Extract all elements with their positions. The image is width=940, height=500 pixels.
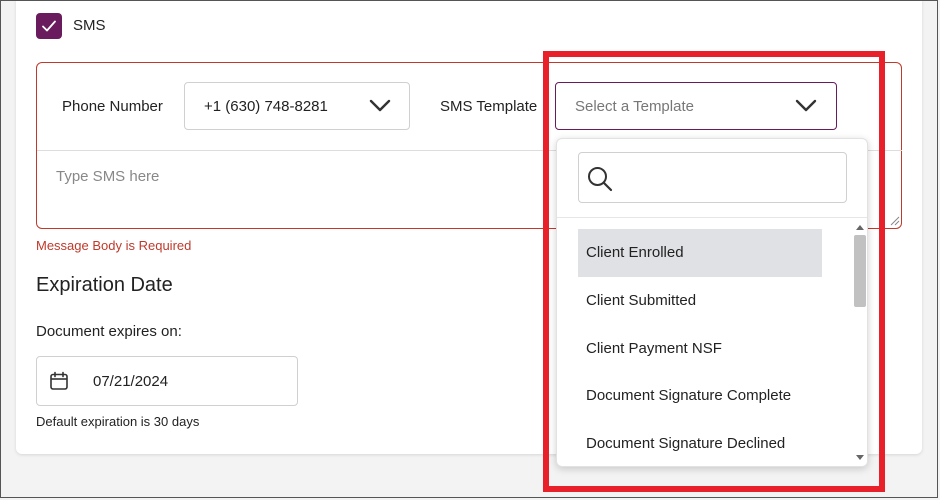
message-body-error: Message Body is Required bbox=[36, 238, 192, 253]
scroll-up-arrow-icon[interactable] bbox=[856, 225, 864, 230]
dropdown-divider bbox=[557, 217, 867, 218]
template-dropdown: Client Enrolled Client Submitted Client … bbox=[556, 138, 868, 467]
sms-body-input[interactable]: Type SMS here bbox=[56, 168, 159, 185]
checkmark-icon bbox=[42, 20, 56, 32]
template-search-input[interactable] bbox=[578, 152, 847, 203]
phone-number-value: +1 (630) 748-8281 bbox=[204, 98, 328, 115]
template-option[interactable]: Document Signature Complete bbox=[578, 372, 822, 420]
sms-checkbox-label: SMS bbox=[73, 17, 106, 34]
sms-template-placeholder: Select a Template bbox=[575, 98, 694, 115]
chevron-down-icon[interactable] bbox=[794, 98, 818, 114]
search-icon bbox=[588, 167, 613, 192]
scroll-down-arrow-icon[interactable] bbox=[856, 455, 864, 460]
calendar-icon[interactable] bbox=[49, 371, 69, 391]
chevron-down-icon[interactable] bbox=[368, 98, 392, 114]
template-option[interactable]: Client Payment NSF bbox=[578, 325, 822, 373]
sms-checkbox[interactable] bbox=[36, 13, 62, 39]
expiration-label: Document expires on: bbox=[36, 323, 182, 340]
template-option[interactable]: Document Signature Declined bbox=[578, 420, 822, 466]
template-option[interactable]: Client Enrolled bbox=[578, 229, 822, 277]
expiration-date-value: 07/21/2024 bbox=[93, 373, 169, 390]
template-option[interactable]: Client Submitted bbox=[578, 277, 822, 325]
dropdown-scrollbar[interactable] bbox=[853, 219, 867, 466]
scroll-thumb[interactable] bbox=[854, 235, 866, 307]
expiration-title: Expiration Date bbox=[36, 274, 173, 296]
sms-template-label: SMS Template bbox=[440, 98, 538, 115]
phone-number-label: Phone Number bbox=[62, 98, 163, 115]
resize-grip-icon[interactable] bbox=[888, 214, 900, 226]
expiration-hint: Default expiration is 30 days bbox=[36, 414, 200, 429]
